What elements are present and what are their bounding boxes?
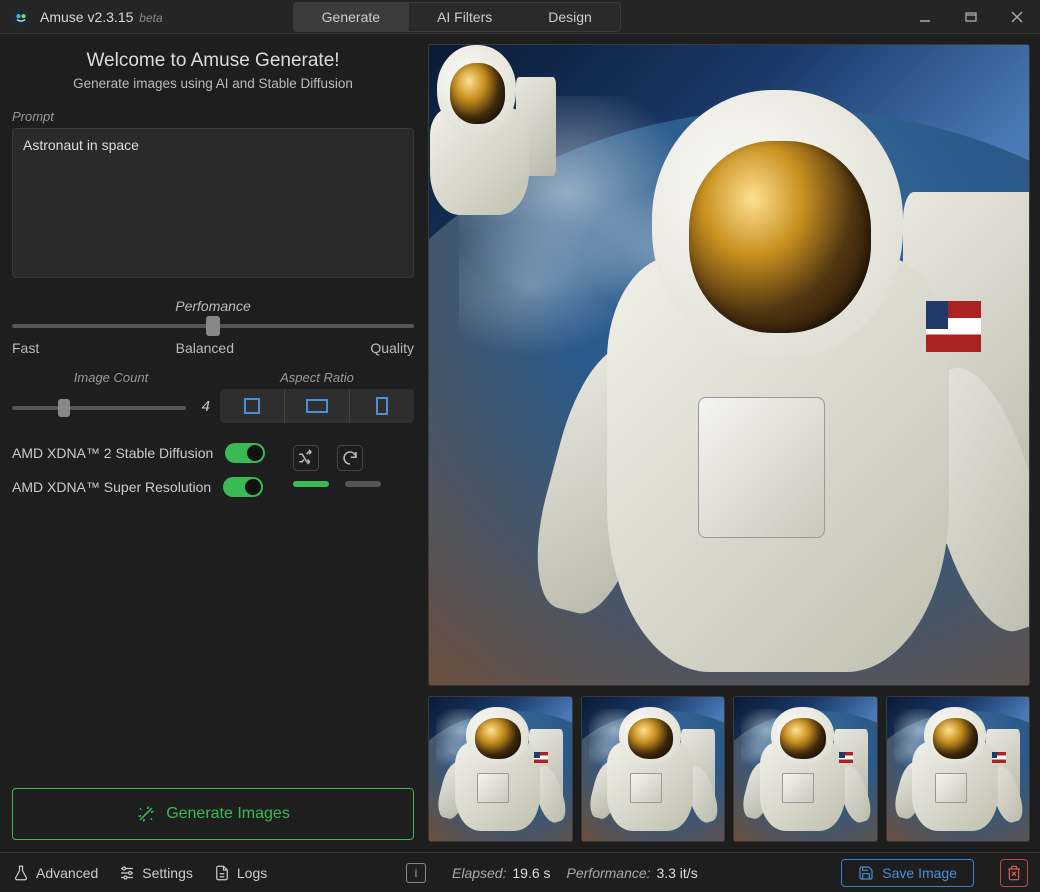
trash-icon [1006,865,1022,881]
file-icon [213,864,231,882]
prompt-input[interactable] [12,128,414,278]
sliders-icon [118,864,136,882]
thumbnail-4[interactable] [886,696,1031,842]
save-icon [858,865,874,881]
refresh-seed-button[interactable] [337,445,363,471]
app-title: Amuse v2.3.15 beta [40,9,163,25]
flask-icon [12,864,30,882]
elapsed-label: Elapsed: [452,865,506,881]
seed-mode-a[interactable] [293,481,329,487]
minimize-button[interactable] [902,0,948,34]
performance-quality-label: Quality [370,340,414,356]
performance-slider[interactable] [12,324,414,328]
shuffle-seed-button[interactable] [293,445,319,471]
save-image-button[interactable]: Save Image [841,859,974,887]
thumbnail-1[interactable] [428,696,573,842]
performance-stat-value: 3.3 it/s [656,865,697,881]
performance-balanced-label: Balanced [176,340,234,356]
info-button[interactable]: i [406,863,426,883]
magic-wand-icon [136,804,156,824]
super-resolution-toggle[interactable] [223,477,263,497]
stable-diffusion-label: AMD XDNA™ 2 Stable Diffusion [12,445,213,461]
prompt-label: Prompt [12,109,414,124]
stable-diffusion-toggle[interactable] [225,443,265,463]
thumbnail-2[interactable] [581,696,726,842]
tab-design[interactable]: Design [520,2,621,32]
elapsed-value: 19.6 s [512,865,550,881]
close-button[interactable] [994,0,1040,34]
aspect-landscape-button[interactable] [285,389,350,423]
performance-label: Perfomance [12,298,414,314]
image-count-label: Image Count [12,370,210,385]
aspect-square-button[interactable] [220,389,285,423]
main-output-image [428,44,1030,686]
performance-stat-label: Performance: [567,865,651,881]
aspect-ratio-label: Aspect Ratio [220,370,414,385]
tab-generate[interactable]: Generate [293,2,409,32]
image-count-slider[interactable] [12,406,186,410]
advanced-button[interactable]: Advanced [12,864,98,882]
delete-image-button[interactable] [1000,859,1028,887]
tab-ai-filters[interactable]: AI Filters [409,2,520,32]
logs-button[interactable]: Logs [213,864,267,882]
app-logo-icon [10,6,32,28]
welcome-title: Welcome to Amuse Generate! [12,50,414,72]
aspect-portrait-button[interactable] [350,389,414,423]
maximize-button[interactable] [948,0,994,34]
welcome-subtitle: Generate images using AI and Stable Diff… [12,76,414,91]
seed-mode-b[interactable] [345,481,381,487]
generate-images-button[interactable]: Generate Images [12,788,414,840]
super-resolution-label: AMD XDNA™ Super Resolution [12,479,211,495]
thumbnail-3[interactable] [733,696,878,842]
settings-button[interactable]: Settings [118,864,193,882]
performance-fast-label: Fast [12,340,39,356]
image-count-value: 4 [202,398,210,415]
